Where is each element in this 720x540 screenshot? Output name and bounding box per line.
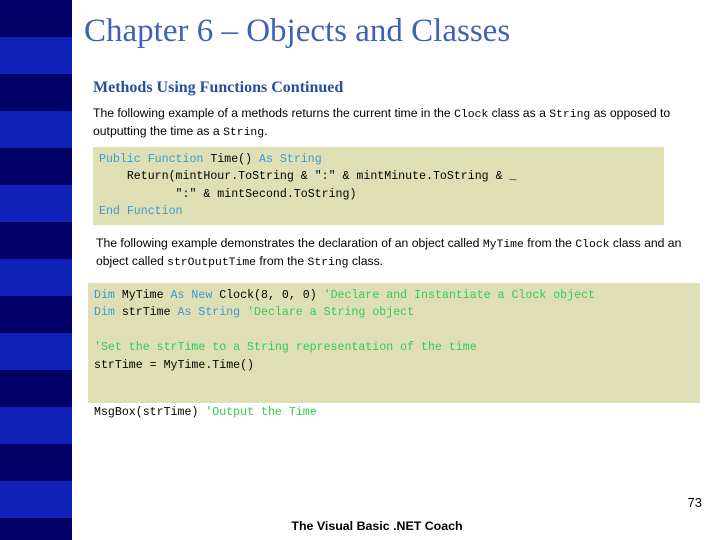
code-block-msgbox: MsgBox(strTime) 'Output the Time (94, 404, 694, 421)
slide-canvas: Chapter 6 – Objects and Classes Methods … (0, 0, 720, 540)
sidebar-band (0, 111, 72, 148)
code-identifier-strtime: strTime (121, 306, 178, 320)
paragraph-declaration-text-5: class. (348, 253, 384, 268)
paragraph-intro-text-2: class as a (488, 106, 550, 120)
code-identifier-mytime: MyTime (121, 289, 171, 302)
footer-text: The Visual Basic .NET Coach (291, 519, 463, 533)
inline-code-string-3: String (307, 256, 349, 269)
sidebar-band (0, 148, 72, 185)
code-call-msgbox: MsgBox(strTime) (94, 406, 206, 419)
sidebar-band (0, 74, 72, 111)
code-block-object-declaration: Dim MyTime As New Clock(8, 0, 0) 'Declar… (88, 283, 700, 403)
sidebar-band (0, 444, 72, 481)
sidebar-band (0, 0, 72, 37)
sidebar-band (0, 407, 72, 444)
paragraph-intro: The following example of a methods retur… (93, 106, 693, 141)
code-keyword-dim-1: Dim (94, 289, 122, 302)
code-line-assign-strtime: strTime = MyTime.Time() (94, 358, 255, 372)
code-comment-set-strtime: 'Set the strTime to a String representat… (94, 341, 477, 355)
code-block-time-function: Public Function Time() As String Return(… (93, 147, 664, 225)
page-number: 73 (687, 495, 702, 510)
code-keyword-as-string: As String (259, 153, 322, 166)
paragraph-declaration-text-2: from the (523, 236, 576, 250)
code-comment-declare-instantiate: 'Declare and Instantiate a Clock object (323, 289, 595, 302)
sidebar-band (0, 185, 72, 222)
inline-code-string-2: String (223, 126, 265, 139)
sidebar-band (0, 370, 72, 407)
section-heading: Methods Using Functions Continued (93, 79, 344, 96)
inline-code-clock-2: Clock (575, 239, 610, 251)
code-line-return: Return(mintHour.ToString & ":" & mintMin… (99, 170, 517, 184)
decorative-sidebar (0, 0, 72, 540)
inline-code-mytime: MyTime (482, 239, 524, 251)
paragraph-declaration: The following example demonstrates the d… (96, 236, 696, 271)
paragraph-intro-text-4: . (264, 123, 268, 138)
code-keyword-as-string-2: As String (177, 306, 248, 320)
code-comment-declare-string: 'Declare a String object (247, 306, 415, 320)
inline-code-string-1: String (549, 109, 591, 121)
code-keyword-dim-2: Dim (94, 306, 122, 320)
paragraph-declaration-text-4: from the (256, 253, 308, 268)
sidebar-band (0, 222, 72, 259)
code-line-return-cont: ":" & mintSecond.ToString) (99, 187, 357, 201)
inline-code-stroutputtime: strOutputTime (167, 256, 257, 269)
sidebar-band (0, 481, 72, 518)
code-keyword-public-function: Public Function (99, 153, 211, 166)
sidebar-band (0, 333, 72, 370)
content-column: Methods Using Functions Continued The fo… (90, 78, 704, 141)
page-title: Chapter 6 – Objects and Classes (84, 13, 511, 49)
code-keyword-end-function: End Function (99, 205, 183, 219)
paragraph-intro-text-1: The following example of a methods retur… (93, 106, 455, 120)
sidebar-band (0, 296, 72, 333)
code-comment-output-time: 'Output the Time (205, 406, 317, 419)
sidebar-band (0, 37, 72, 74)
sidebar-band (0, 259, 72, 296)
paragraph-declaration-text-1: The following example demonstrates the d… (96, 236, 483, 250)
code-keyword-as-new: As New (170, 289, 220, 302)
inline-code-clock: Clock (454, 109, 489, 121)
code-identifier-time: Time() (210, 153, 260, 166)
code-identifier-clock-ctor: Clock(8, 0, 0) (219, 289, 324, 302)
